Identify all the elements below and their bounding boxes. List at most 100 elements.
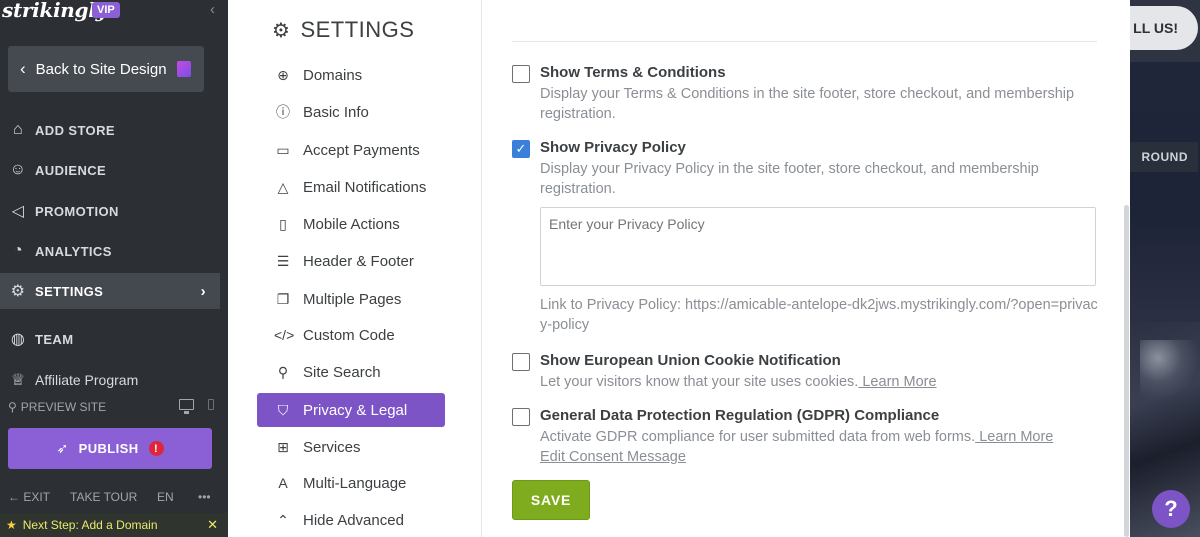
settings-item-label: Header & Footer xyxy=(303,252,414,270)
content-scrollbar[interactable] xyxy=(1124,205,1129,537)
settings-item-label: Multiple Pages xyxy=(303,290,402,308)
back-button-label: Back to Site Design xyxy=(35,60,167,78)
editor-sidebar: strikingly VIP ‹ ‹ Back to Site Design ⌂… xyxy=(0,0,228,537)
settings-item-hide-advanced[interactable]: ⌃ Hide Advanced xyxy=(257,503,445,537)
search-icon: ⚲ xyxy=(8,400,17,414)
globe-icon: ⊕ xyxy=(277,66,289,83)
shield-icon: ⛉ xyxy=(277,401,289,418)
preview-hero: ROUND xyxy=(1130,62,1200,322)
settings-item-multiple-pages[interactable]: ❐ Multiple Pages xyxy=(257,282,445,316)
gdpr-description: Activate GDPR compliance for user submit… xyxy=(540,427,1100,467)
settings-item-label: Services xyxy=(303,438,361,456)
exit-link[interactable]: ← EXIT xyxy=(8,490,50,504)
settings-item-site-search[interactable]: ⚲ Site Search xyxy=(257,355,445,389)
language-selector[interactable]: EN xyxy=(157,490,174,504)
settings-title-text: SETTINGS xyxy=(300,17,415,42)
settings-item-header-footer[interactable]: ☰ Header & Footer xyxy=(257,244,445,278)
chevron-up-icon: ⌃ xyxy=(277,511,289,528)
close-icon[interactable]: ✕ xyxy=(207,517,218,533)
publish-button[interactable]: ➶ PUBLISH ! xyxy=(8,428,212,469)
audience-icon: ☺ xyxy=(9,161,27,178)
chevron-right-icon: › xyxy=(200,282,206,300)
settings-item-label: Basic Info xyxy=(303,103,369,121)
settings-item-basic-info[interactable]: ⓘ Basic Info xyxy=(257,95,445,129)
settings-item-multi-language[interactable]: A Multi-Language xyxy=(257,466,445,500)
preview-header: LL US! xyxy=(1130,0,1200,62)
call-us-button[interactable]: LL US! xyxy=(1130,6,1198,50)
settings-nav: ⚙ SETTINGS ⊕ Domains ⓘ Basic Info ▭ Accept … xyxy=(228,0,709,537)
gear-icon: ⚙ xyxy=(272,19,291,42)
sidebar-item-label: SETTINGS xyxy=(35,283,104,299)
desktop-icon[interactable] xyxy=(179,399,194,414)
settings-item-domains[interactable]: ⊕ Domains xyxy=(257,58,445,92)
store-icon: ⌂ xyxy=(12,121,24,138)
privacy-legal-panel: Show Terms & Conditions Display your Ter… xyxy=(482,0,1130,537)
sidebar-item-settings[interactable]: ⚙ SETTINGS › xyxy=(0,273,220,309)
settings-item-privacy-legal[interactable]: ⛉ Privacy & Legal xyxy=(257,393,445,427)
edit-consent-message-link[interactable]: Edit Consent Message xyxy=(540,449,686,465)
sidebar-item-promotion[interactable]: ◁ PROMOTION xyxy=(0,193,220,229)
more-menu-icon[interactable]: ••• xyxy=(198,490,211,504)
back-to-site-design-button[interactable]: ‹ Back to Site Design xyxy=(8,46,204,92)
privacy-title: Show Privacy Policy xyxy=(540,139,686,156)
take-tour-link[interactable]: TAKE TOUR xyxy=(70,490,137,504)
settings-item-services[interactable]: ⊞ Services xyxy=(257,430,445,464)
next-step-banner[interactable]: ★ Next Step: Add a Domain ✕ xyxy=(0,513,228,537)
mobile-icon: ▯ xyxy=(279,215,287,232)
collapse-sidebar-icon[interactable]: ‹ xyxy=(210,1,215,18)
settings-item-label: Multi-Language xyxy=(303,474,407,492)
bottom-actions: ← EXIT TAKE TOUR EN ••• xyxy=(8,488,218,506)
gdpr-desc-text: Activate GDPR compliance for user submit… xyxy=(540,429,976,445)
sidebar-item-team[interactable]: ◍ TEAM xyxy=(0,321,220,357)
preview-ground-label: ROUND xyxy=(1130,142,1198,172)
sidebar-item-affiliate-program[interactable]: ♕ Affiliate Program xyxy=(0,362,220,398)
pages-icon: ❐ xyxy=(276,290,290,307)
cookie-desc-text: Let your visitors know that your site us… xyxy=(540,374,859,390)
cookie-learn-more-link[interactable]: Learn More xyxy=(858,374,936,390)
sidebar-item-add-store[interactable]: ⌂ ADD STORE xyxy=(0,112,220,148)
privacy-policy-link: Link to Privacy Policy: https://amicable… xyxy=(540,297,1098,333)
next-step-text: Next Step: Add a Domain xyxy=(22,518,158,532)
settings-item-custom-code[interactable]: </> Custom Code xyxy=(257,318,445,352)
vip-badge: VIP xyxy=(92,2,120,18)
terms-description: Display your Terms & Conditions in the s… xyxy=(540,86,1075,122)
cookie-title: Show European Union Cookie Notification xyxy=(540,352,841,369)
info-icon: ⓘ xyxy=(276,104,290,120)
privacy-description: Display your Privacy Policy in the site … xyxy=(540,161,1039,197)
header-footer-icon: ☰ xyxy=(276,252,290,269)
gdpr-checkbox[interactable] xyxy=(512,408,530,426)
settings-item-label: Site Search xyxy=(303,363,381,381)
payment-icon: ▭ xyxy=(276,141,290,158)
cookie-description: Let your visitors know that your site us… xyxy=(540,372,1100,392)
sidebar-item-analytics[interactable]: ◔ ANALYTICS xyxy=(0,233,220,269)
search-icon: ⚲ xyxy=(277,363,289,380)
gdpr-learn-more-link[interactable]: Learn More xyxy=(975,429,1053,445)
sidebar-item-label: Affiliate Program xyxy=(35,372,139,388)
logo-row: strikingly VIP ‹ xyxy=(0,0,228,26)
settings-item-label: Mobile Actions xyxy=(303,215,400,233)
settings-item-mobile-actions[interactable]: ▯ Mobile Actions xyxy=(257,207,445,241)
help-button[interactable]: ? xyxy=(1152,490,1190,528)
preview-site-link[interactable]: PREVIEW SITE xyxy=(21,400,106,414)
cookie-checkbox[interactable] xyxy=(512,353,530,371)
settings-item-label: Privacy & Legal xyxy=(303,401,408,419)
save-button[interactable]: SAVE xyxy=(512,480,590,520)
site-preview: LL US! ROUND xyxy=(1130,0,1200,537)
terms-checkbox[interactable] xyxy=(512,65,530,83)
star-icon: ★ xyxy=(6,518,17,532)
sidebar-item-audience[interactable]: ☺ AUDIENCE xyxy=(0,152,220,188)
settings-item-email-notifications[interactable]: △ Email Notifications xyxy=(257,170,445,204)
privacy-checkbox[interactable]: ✓ xyxy=(512,140,530,158)
settings-item-label: Accept Payments xyxy=(303,141,420,159)
rocket-icon: ➶ xyxy=(56,440,69,456)
privacy-policy-input[interactable] xyxy=(540,207,1096,286)
settings-item-label: Email Notifications xyxy=(303,178,427,196)
settings-item-accept-payments[interactable]: ▭ Accept Payments xyxy=(257,133,445,167)
pie-chart-icon: ◔ xyxy=(12,242,24,259)
terms-title: Show Terms & Conditions xyxy=(540,64,726,81)
preview-site-row: ⚲ PREVIEW SITE xyxy=(8,397,218,417)
gear-icon: ⚙ xyxy=(10,283,26,300)
code-icon: </> xyxy=(274,327,295,343)
divider xyxy=(512,41,1097,42)
mobile-icon[interactable] xyxy=(208,399,214,410)
